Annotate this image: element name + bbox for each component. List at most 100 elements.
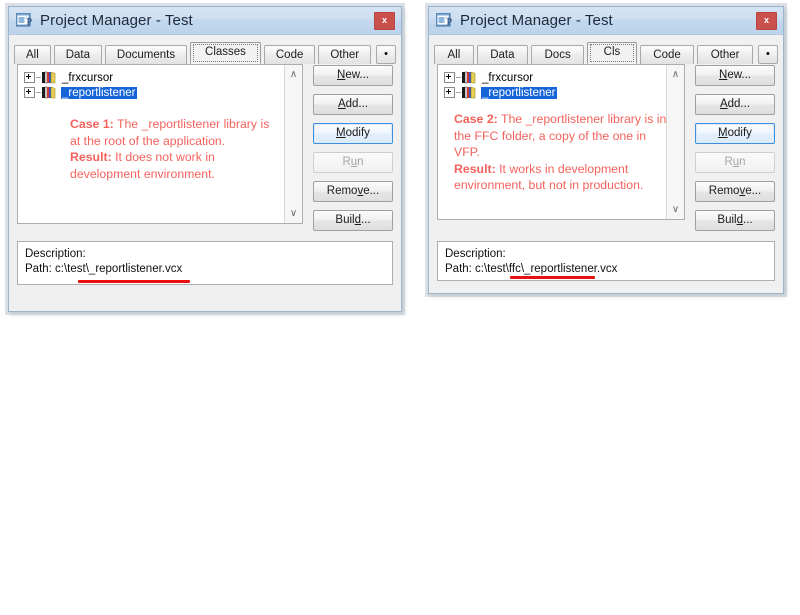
tab-data[interactable]: Data	[476, 45, 529, 64]
tab-label: All	[447, 49, 461, 61]
expand-plus-icon[interactable]	[24, 72, 35, 83]
description-panel: Description: Path: c:\test\ffc\_reportli…	[437, 241, 775, 281]
content-row: _frxcursor	[437, 64, 775, 231]
tab-docs[interactable]: Docs	[531, 45, 585, 64]
accel: M	[718, 127, 728, 139]
tree-item[interactable]: _frxcursor	[444, 70, 684, 85]
tab-other[interactable]: Other	[697, 45, 753, 64]
build-button[interactable]: Build...	[695, 210, 775, 231]
tab-label: Docs	[544, 49, 571, 61]
project-tree-panel[interactable]: _frxcursor	[17, 64, 303, 224]
tab-label: All	[25, 49, 39, 61]
project-tree-panel[interactable]: _frxcursor	[437, 64, 685, 220]
description-label: Description:	[25, 248, 86, 260]
close-button[interactable]: x	[756, 12, 777, 30]
tab-label: Other	[710, 49, 740, 61]
accel: u	[732, 156, 740, 168]
run-button: Run	[695, 152, 775, 173]
tree-item-label-selected: _reportlistener	[481, 86, 557, 99]
tab-strip: All Data Documents Classes Code Other •	[9, 35, 401, 64]
accel: N	[719, 69, 728, 81]
accel: v	[357, 185, 364, 197]
class-library-icon	[462, 71, 477, 84]
tab-documents[interactable]: Documents	[104, 45, 188, 64]
add-button[interactable]: Add...	[695, 94, 775, 115]
tab-overflow-button[interactable]: •	[757, 45, 778, 64]
class-library-icon	[42, 86, 57, 99]
class-library-icon	[42, 71, 57, 84]
tab-label: Data	[490, 49, 515, 61]
title-bar[interactable]: P Project Manager - Test x	[9, 7, 401, 35]
tab-strip: All Data Docs Cls Code Other •	[429, 35, 783, 64]
tab-label: Other	[330, 49, 360, 61]
tab-code[interactable]: Code	[639, 45, 695, 64]
tree-item-label: _frxcursor	[482, 71, 534, 84]
tree-connector-icon	[456, 92, 461, 93]
tree-item-label-selected: _reportlistener	[61, 86, 137, 99]
tab-other[interactable]: Other	[318, 45, 372, 64]
window-body: _frxcursor	[429, 64, 783, 289]
accel: A	[719, 98, 728, 110]
expand-plus-icon[interactable]	[444, 87, 455, 98]
tab-classes[interactable]: Classes	[190, 42, 261, 64]
action-button-column: New... Add... Modify Run Remove... Build…	[695, 64, 775, 231]
accel: N	[337, 69, 346, 81]
tab-label: Documents	[116, 49, 176, 61]
add-button[interactable]: Add...	[313, 94, 393, 115]
tree-vertical-scrollbar[interactable]: ∧ ∨	[284, 65, 302, 223]
tree-connector-icon	[36, 77, 41, 78]
red-underline-annotation	[78, 280, 190, 283]
modify-button[interactable]: Modify	[695, 123, 775, 144]
remove-button[interactable]: Remove...	[313, 181, 393, 202]
accel: v	[739, 185, 746, 197]
build-button[interactable]: Build...	[313, 210, 393, 231]
tree-vertical-scrollbar[interactable]: ∧ ∨	[666, 65, 684, 219]
project-tree: _frxcursor	[18, 65, 302, 182]
svg-text:P: P	[27, 17, 33, 28]
description-path: Path: c:\test\ffc\_reportlistener.vcx	[445, 263, 618, 275]
action-button-column: New... Add... Modify Run Remove... Build…	[313, 64, 393, 231]
modify-button[interactable]: Modify	[313, 123, 393, 144]
window-title: Project Manager - Test	[460, 12, 613, 29]
tab-label: Data	[65, 49, 90, 61]
description-path: Path: c:\test\_reportlistener.vcx	[25, 263, 183, 275]
tree-connector-icon	[36, 92, 41, 93]
tab-overflow-button[interactable]: •	[376, 45, 397, 64]
remove-button[interactable]: Remove...	[695, 181, 775, 202]
annotation-note: Case 1: The _reportlistener library is a…	[70, 116, 270, 182]
title-bar[interactable]: P Project Manager - Test x	[429, 7, 783, 35]
annotation-result-label: Result:	[454, 161, 496, 176]
expand-plus-icon[interactable]	[444, 72, 455, 83]
accel: d	[354, 214, 361, 226]
close-button[interactable]: x	[374, 12, 395, 30]
expand-plus-icon[interactable]	[24, 87, 35, 98]
tree-connector-icon	[456, 77, 461, 78]
project-manager-window-right: P Project Manager - Test x All Data Docs…	[428, 6, 784, 294]
accel: A	[337, 98, 346, 110]
tab-data[interactable]: Data	[53, 45, 102, 64]
new-button[interactable]: New...	[313, 65, 393, 86]
tree-item[interactable]: _reportlistener	[444, 85, 684, 100]
scroll-down-icon[interactable]: ∨	[285, 205, 302, 222]
tab-label: Cls	[590, 44, 634, 62]
content-row: _frxcursor	[17, 64, 393, 231]
scroll-up-icon[interactable]: ∧	[285, 66, 302, 83]
screenshot-canvas: P Project Manager - Test x All Data Docu…	[0, 0, 800, 615]
tab-all[interactable]: All	[434, 45, 474, 64]
tab-all[interactable]: All	[14, 45, 51, 64]
tree-item[interactable]: _frxcursor	[24, 70, 302, 85]
description-label: Description:	[445, 248, 506, 260]
run-button: Run	[313, 152, 393, 173]
annotation-result-label: Result:	[70, 150, 112, 165]
window-title: Project Manager - Test	[40, 12, 193, 29]
svg-text:P: P	[447, 17, 453, 28]
annotation-note: Case 2: The _reportlistener library is i…	[454, 111, 672, 194]
scroll-down-icon[interactable]: ∨	[667, 201, 684, 218]
scroll-up-icon[interactable]: ∧	[667, 66, 684, 83]
tab-cls[interactable]: Cls	[587, 42, 637, 64]
tab-code[interactable]: Code	[263, 45, 316, 64]
tree-item[interactable]: _reportlistener	[24, 85, 302, 100]
class-library-icon	[462, 86, 477, 99]
description-panel: Description: Path: c:\test\_reportlisten…	[17, 241, 393, 285]
new-button[interactable]: New...	[695, 65, 775, 86]
